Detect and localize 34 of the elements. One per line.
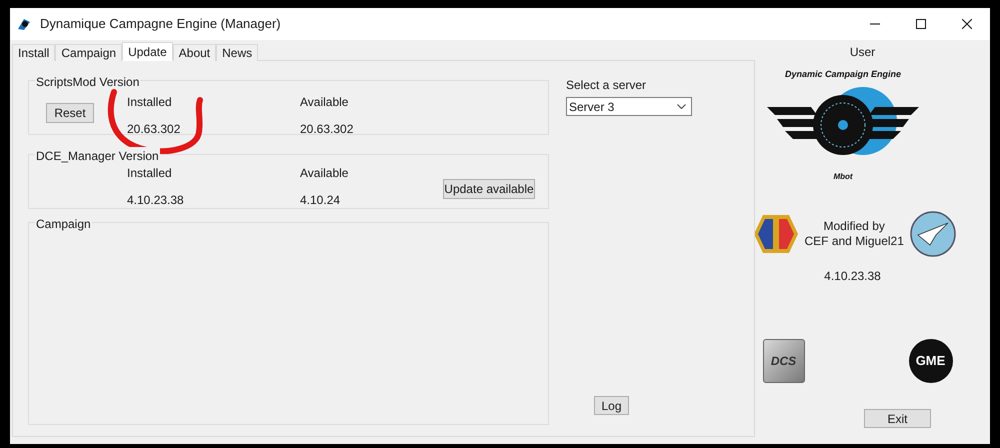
column-label: Installed — [127, 94, 173, 111]
squadron-badge-icon — [910, 211, 956, 257]
window-title: Dynamique Campagne Engine (Manager) — [40, 15, 281, 34]
tab[interactable]: Update — [122, 42, 173, 61]
maximize-icon[interactable] — [916, 19, 926, 29]
crest-icon — [752, 214, 798, 254]
version-text: 20.63.302 — [300, 121, 354, 138]
field-label: Select a server — [566, 77, 648, 94]
column-label: Available — [300, 165, 350, 182]
version-text: 4.10.23.38 — [824, 268, 881, 285]
user-label: User — [850, 44, 876, 61]
app-icon — [16, 16, 32, 32]
version-text: 20.63.302 — [127, 121, 182, 138]
update-available-button[interactable]: Update available — [443, 179, 535, 199]
logo-author: Mbot — [832, 172, 852, 181]
credit-text: Modified by CEF and Miguel21 — [804, 219, 904, 249]
close-icon[interactable] — [962, 19, 972, 29]
logo-title: Dynamic Campaign Engine — [784, 69, 901, 79]
exit-button[interactable]: Exit — [864, 409, 931, 428]
group-title: DCE_Manager Version — [35, 147, 160, 165]
server-dropdown[interactable]: Server 3 — [566, 97, 692, 116]
tab[interactable]: Install — [12, 44, 56, 61]
gme-logo: GME — [908, 339, 952, 383]
column-label: Installed — [127, 165, 173, 182]
tab[interactable]: News — [216, 44, 258, 61]
log-button[interactable]: Log — [594, 396, 629, 415]
column-label: Available — [300, 94, 350, 111]
tab[interactable]: About — [172, 44, 216, 61]
dcs-logo: DCS — [762, 339, 804, 383]
chevron-down-icon — [677, 104, 686, 109]
reset-button[interactable]: Reset — [46, 103, 94, 123]
tab[interactable]: Campaign — [55, 44, 122, 61]
version-text: 4.10.24 — [300, 192, 342, 209]
version-text: 4.10.23.38 — [127, 192, 185, 209]
